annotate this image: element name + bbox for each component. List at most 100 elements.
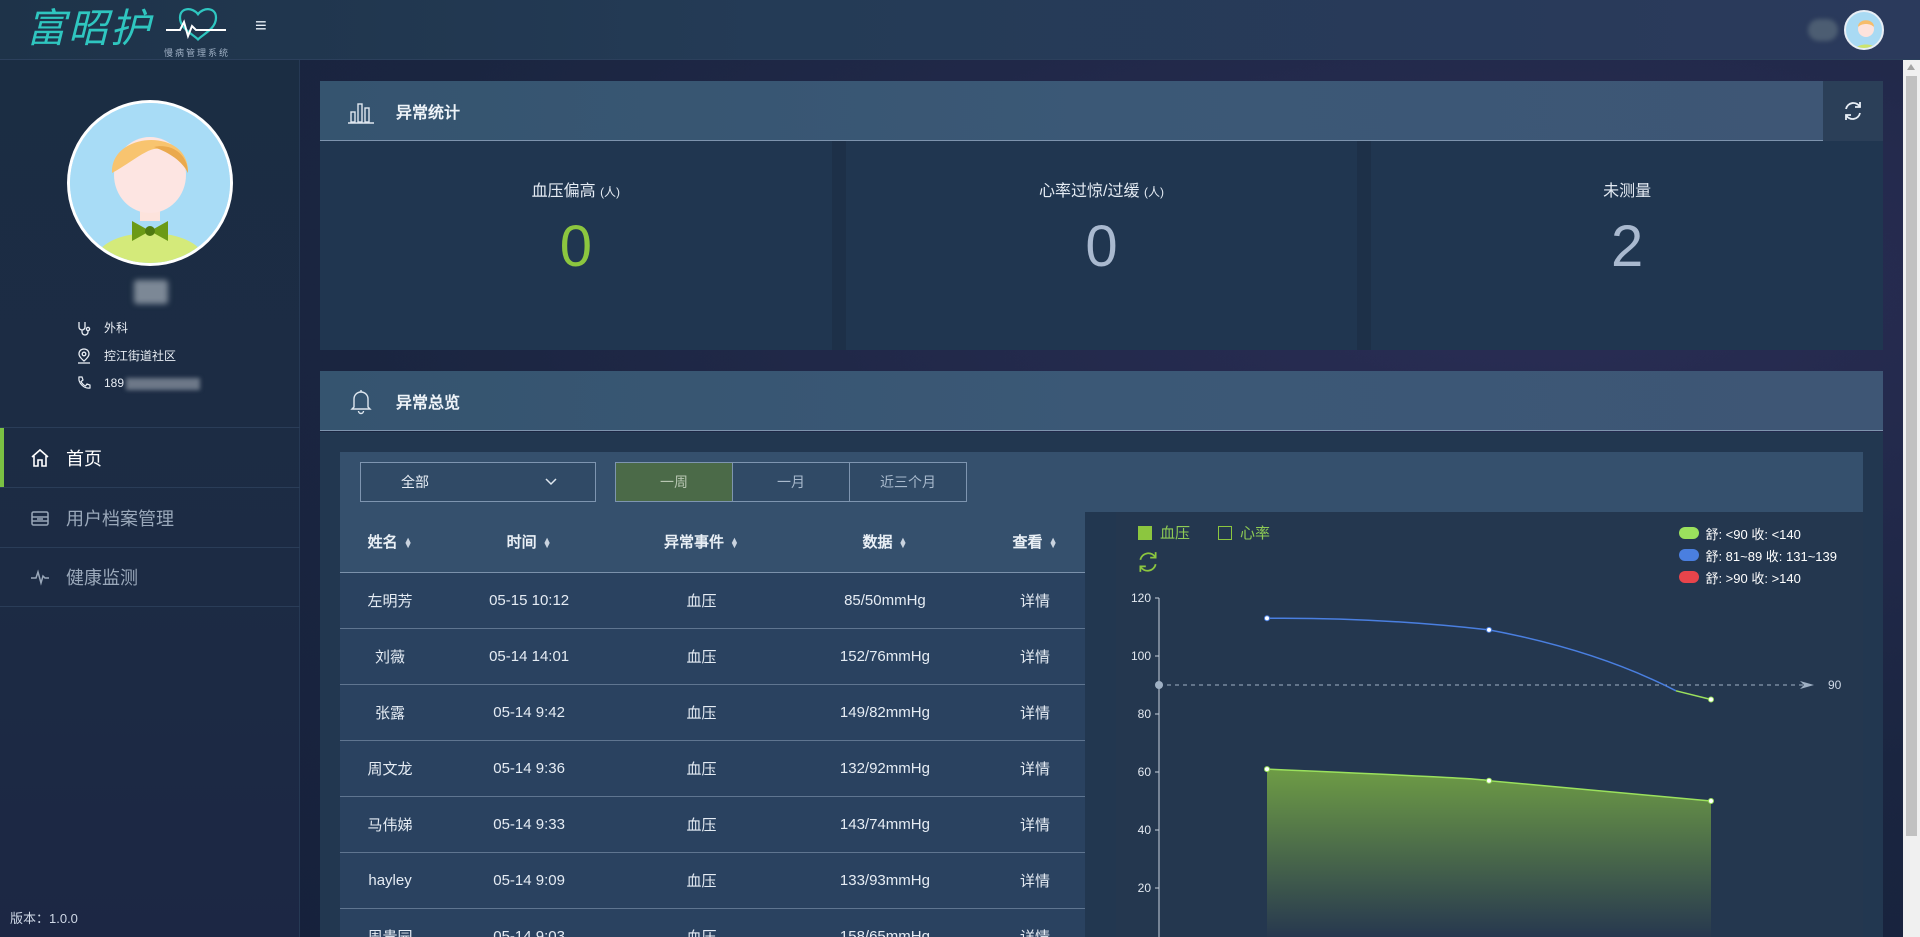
scroll-up-icon[interactable] [1907, 64, 1915, 70]
table-cell: 周文龙 [340, 740, 441, 797]
bp-chart: 血压 心率 舒: <90 收: <140 舒: 81~89 收: 131~139… [1116, 512, 1863, 937]
period-tabs: 一周 一月 近三个月 [615, 462, 967, 502]
table-header-row: 姓名 ▲ ▼ 时间 ▲ ▼ 异常事件 ▲ ▼ 数据 ▲ ▼ 查看 ▲ ▼ [340, 512, 1085, 573]
avatar[interactable] [1844, 10, 1884, 50]
nav-item-home[interactable]: 首页 [0, 427, 300, 488]
systolic-point [1708, 696, 1714, 703]
bar-chart-icon [348, 102, 374, 124]
stat-label-text: 未测量 [1603, 183, 1652, 200]
table-cell: hayley [340, 852, 441, 909]
overview-panel-title: 异常总览 [396, 394, 461, 412]
column-header-label: 查看 [1012, 534, 1043, 552]
abnormal-table: 姓名 ▲ ▼ 时间 ▲ ▼ 异常事件 ▲ ▼ 数据 ▲ ▼ 查看 ▲ ▼ 左明芳 05-15 10:1… [340, 512, 1085, 937]
select-value: 全部 [401, 474, 429, 490]
table-row[interactable]: 周贵园 05-14 9:03 血压 158/65mmHg 详情 [340, 908, 1085, 937]
sort-icon: ▲ ▼ [1048, 535, 1058, 551]
logo-text: 富昭护 [26, 6, 152, 52]
filter-bar: 全部 一周 一月 近三个月 [340, 452, 1863, 512]
stat-label-text: 血压偏高 [531, 183, 596, 200]
detail-link[interactable]: 详情 [985, 628, 1085, 685]
nav-item-label: 健康监测 [66, 568, 138, 588]
table-cell: 149/82mmHg [784, 684, 986, 741]
department-label: 外科 [104, 321, 129, 335]
table-cell: 血压 [618, 852, 785, 909]
column-header-view[interactable]: 查看 ▲ ▼ [985, 512, 1085, 573]
stats-panel-title: 异常统计 [396, 104, 461, 122]
side-nav: 首页 用户档案管理 健康监测 [0, 427, 300, 607]
table-cell: 143/74mmHg [784, 796, 986, 853]
community-label: 控江街道社区 [104, 349, 177, 363]
period-tab-three-months[interactable]: 近三个月 [849, 462, 967, 502]
chart-canvas: 120 100 80 60 40 20 90 [1131, 591, 1842, 937]
table-cell: 血压 [618, 796, 785, 853]
app-logo[interactable]: 富昭护 慢病管理系统 [26, 4, 246, 58]
stethoscope-icon [78, 321, 91, 336]
table-cell: 152/76mmHg [784, 628, 986, 685]
systolic-point [1486, 626, 1492, 633]
phone-prefix: 189 [104, 376, 125, 390]
table-cell: 血压 [618, 740, 785, 797]
detail-link[interactable]: 详情 [985, 572, 1085, 629]
nav-item-label: 用户档案管理 [66, 508, 174, 529]
table-row[interactable]: 刘薇 05-14 14:01 血压 152/76mmHg 详情 [340, 628, 1085, 685]
table-cell: 左明芳 [340, 572, 441, 629]
table-cell: 马伟娣 [340, 796, 441, 853]
table-cell: 132/92mmHg [784, 740, 986, 797]
table-row[interactable]: 左明芳 05-15 10:12 血压 85/50mmHg 详情 [340, 572, 1085, 629]
table-cell: 血压 [618, 572, 785, 629]
table-row[interactable]: 张露 05-14 9:42 血压 149/82mmHg 详情 [340, 684, 1085, 741]
category-select[interactable]: 全部 [360, 462, 596, 502]
scrollbar[interactable] [1903, 60, 1920, 937]
table-cell: 05-14 14:01 [440, 628, 619, 685]
menu-toggle-icon[interactable]: ≡ [255, 16, 273, 36]
table-row[interactable]: 周文龙 05-14 9:36 血压 132/92mmHg 详情 [340, 740, 1085, 797]
stat-label-text: 心率过惊/过缓 [1039, 183, 1140, 200]
systolic-point [1264, 615, 1270, 622]
stat-card-high-bp[interactable]: 血压偏高 (人) 0 [320, 141, 846, 350]
stat-value: 2 [1611, 214, 1644, 279]
period-tab-month[interactable]: 一月 [732, 462, 850, 502]
stat-card-unmeasured[interactable]: 未测量 2 [1371, 141, 1884, 350]
y-tick-label: 100 [1131, 649, 1151, 663]
stats-row: 血压偏高 (人) 0 心率过惊/过缓 (人) 0 未测量 2 [320, 141, 1884, 350]
detail-link[interactable]: 详情 [985, 740, 1085, 797]
table-cell: 05-15 10:12 [440, 572, 619, 629]
stat-unit: (人) [1143, 185, 1164, 199]
sort-icon: ▲ ▼ [403, 535, 413, 551]
profile-name-blurred [134, 280, 168, 304]
table-cell: 05-14 9:36 [440, 740, 619, 797]
detail-link[interactable]: 详情 [985, 796, 1085, 853]
stat-card-heart-rate[interactable]: 心率过惊/过缓 (人) 0 [845, 141, 1372, 350]
stat-label: 血压偏高 (人) [320, 177, 832, 201]
table-cell: 血压 [618, 628, 785, 685]
stat-value: 0 [1085, 214, 1118, 279]
table-cell: 05-14 9:09 [440, 852, 619, 909]
refresh-button[interactable] [1823, 81, 1883, 141]
phone-blurred [126, 377, 201, 390]
nav-item-health-monitor[interactable]: 健康监测 [0, 547, 300, 607]
table-row[interactable]: hayley 05-14 9:09 血压 133/93mmHg 详情 [340, 852, 1085, 909]
nav-item-archive[interactable]: 用户档案管理 [0, 487, 300, 547]
y-tick-label: 120 [1131, 591, 1151, 605]
phone-icon [78, 376, 91, 389]
detail-link[interactable]: 详情 [985, 852, 1085, 909]
column-header-label: 异常事件 [664, 534, 725, 552]
column-header-data[interactable]: 数据 ▲ ▼ [784, 512, 986, 573]
scrollbar-thumb[interactable] [1906, 76, 1917, 836]
sort-icon: ▲ ▼ [898, 535, 908, 551]
detail-link[interactable]: 详情 [985, 908, 1085, 937]
table-cell: 85/50mmHg [784, 572, 986, 629]
column-header-name[interactable]: 姓名 ▲ ▼ [340, 512, 441, 573]
profile-avatar [67, 100, 233, 266]
stats-panel-header: 异常统计 [320, 81, 1883, 141]
period-tab-week[interactable]: 一周 [615, 462, 733, 502]
table-row[interactable]: 马伟娣 05-14 9:33 血压 143/74mmHg 详情 [340, 796, 1085, 853]
threshold-label: 90 [1828, 678, 1842, 692]
detail-link[interactable]: 详情 [985, 684, 1085, 741]
column-header-event[interactable]: 异常事件 ▲ ▼ [618, 512, 785, 573]
column-header-time[interactable]: 时间 ▲ ▼ [440, 512, 619, 573]
overview-body: 全部 一周 一月 近三个月 姓名 ▲ ▼ 时间 ▲ ▼ 异常事件 ▲ ▼ 数据 ▲ ▼ 查看 ▲ ▼… [320, 432, 1883, 937]
home-icon [31, 448, 49, 467]
user-area[interactable] [1808, 10, 1884, 50]
table-cell: 张露 [340, 684, 441, 741]
